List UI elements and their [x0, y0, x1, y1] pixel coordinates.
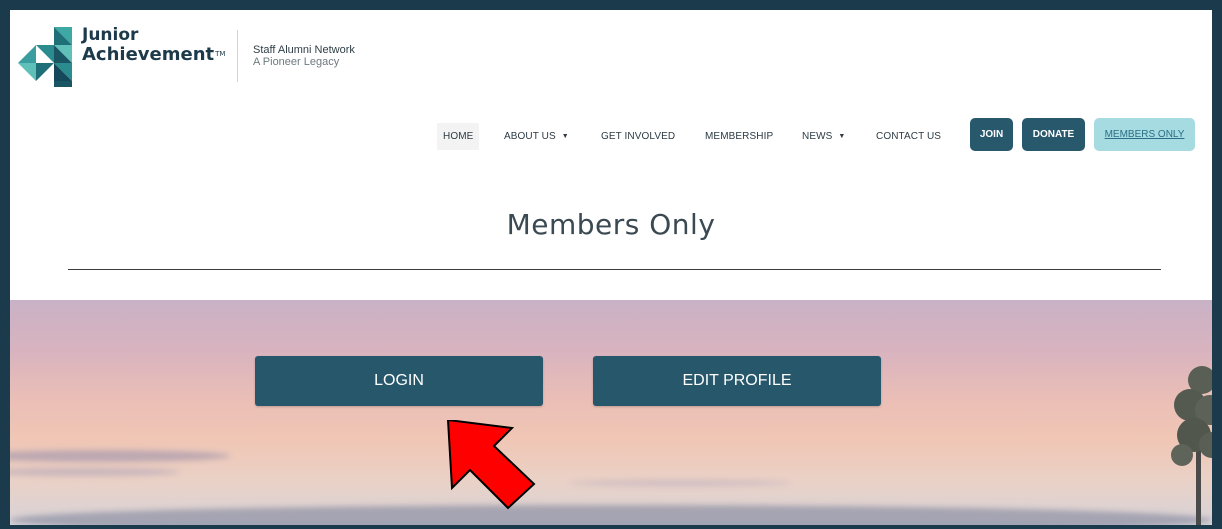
chevron-down-icon: ▼: [838, 133, 846, 140]
tagline: Staff Alumni Network A Pioneer Legacy: [253, 44, 355, 68]
nav-get-involved-label: GET INVOLVED: [601, 131, 676, 142]
tagline-line2: A Pioneer Legacy: [253, 56, 340, 68]
nav-home-label: HOME: [443, 131, 474, 142]
nav-about-us[interactable]: ABOUT US ▼: [504, 123, 569, 150]
tagline-line1: Staff Alumni Network: [253, 44, 355, 56]
hero-banner: LOGIN EDIT PROFILE: [10, 300, 1212, 525]
nav-about-us-label: ABOUT US: [504, 131, 556, 142]
nav-news-label: NEWS: [802, 131, 833, 142]
horizon: [10, 505, 1212, 525]
edit-profile-button[interactable]: EDIT PROFILE: [593, 356, 881, 406]
brand-name[interactable]: Junior AchievementTM: [82, 25, 226, 65]
title-divider: [68, 269, 1161, 270]
page-title: Members Only: [506, 208, 716, 241]
nav-get-involved[interactable]: GET INVOLVED: [601, 123, 675, 150]
members-only-button[interactable]: MEMBERS ONLY: [1094, 118, 1195, 151]
cloud: [10, 450, 230, 462]
cloud: [10, 468, 180, 476]
brand-divider: [237, 30, 238, 82]
nav-membership-label: MEMBERSHIP: [705, 131, 774, 142]
trademark-mark: TM: [215, 50, 226, 58]
brand-name-line2: Achievement: [82, 44, 215, 65]
pointer-arrow-icon: [446, 420, 536, 510]
chevron-down-icon: ▼: [561, 133, 569, 140]
nav-home[interactable]: HOME: [437, 123, 480, 150]
tree-silhouette: [1171, 366, 1212, 525]
join-button[interactable]: JOIN: [970, 118, 1013, 151]
nav-contact-us[interactable]: CONTACT US: [876, 123, 941, 150]
nav-news[interactable]: NEWS ▼: [802, 123, 845, 150]
login-button[interactable]: LOGIN: [255, 356, 543, 406]
donate-button[interactable]: DONATE: [1022, 118, 1085, 151]
junior-achievement-logo-icon[interactable]: [14, 25, 76, 87]
nav-membership[interactable]: MEMBERSHIP: [705, 123, 773, 150]
nav-contact-us-label: CONTACT US: [876, 131, 942, 142]
browser-viewport: Junior AchievementTM Staff Alumni Networ…: [10, 10, 1212, 525]
brand-name-line1: Junior: [82, 25, 139, 45]
cloud: [570, 480, 790, 486]
